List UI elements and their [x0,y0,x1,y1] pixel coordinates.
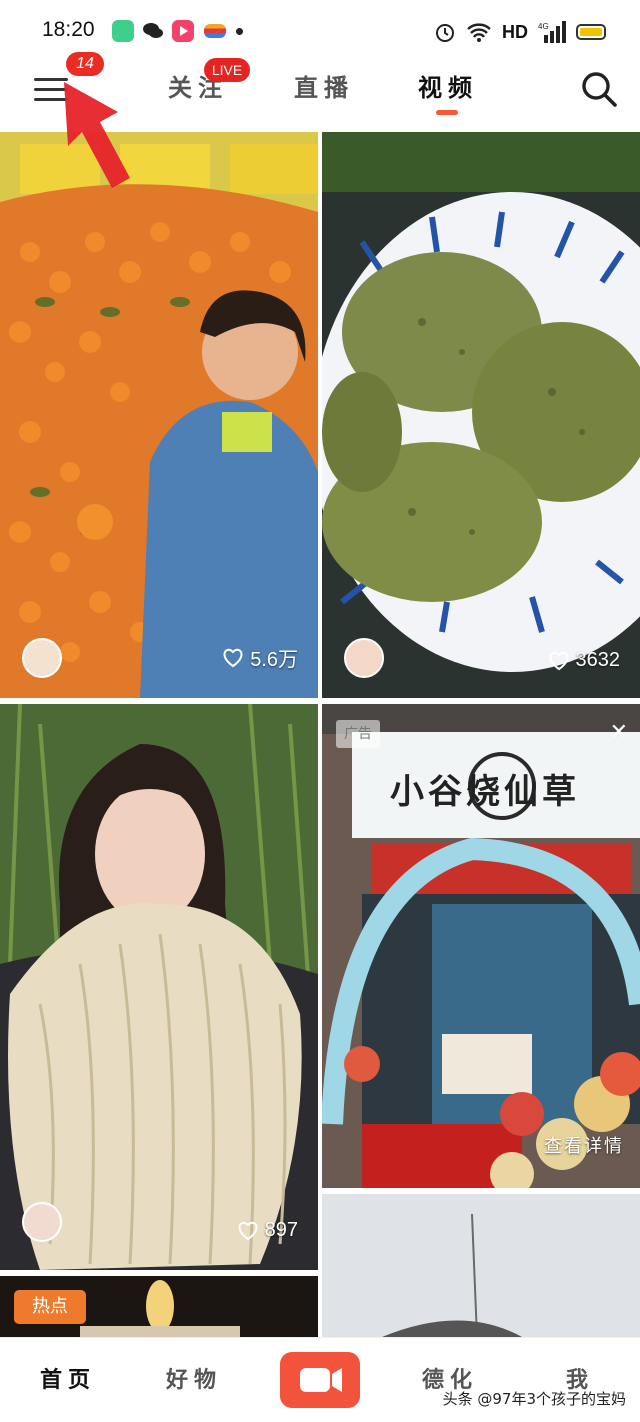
author-avatar[interactable] [344,638,384,678]
video-camera-icon [300,1368,342,1392]
signal-label: 4G [538,22,549,31]
video-card-winter[interactable] [322,1194,640,1337]
oranges-thumbnail [0,132,318,698]
author-avatar[interactable] [22,1202,62,1242]
winter-thumbnail [322,1194,640,1337]
green-cakes-thumbnail [322,132,640,698]
video-card-tripe[interactable]: 897 [0,704,318,1270]
tripe-thumbnail [0,704,318,1270]
heart-icon [238,1221,258,1240]
status-time: 18:20 [42,18,95,41]
nav-home[interactable]: 首页 [40,1362,96,1394]
bottom-nav: 首页 好物 德化 我 头条 @97年3个孩子的宝妈 [0,1337,640,1422]
author-avatar[interactable] [22,638,62,678]
like-count-value: 3632 [575,649,621,671]
heart-icon [549,651,568,670]
red-arrow-annotation [64,82,130,188]
active-tab-indicator [436,110,458,115]
search-button[interactable] [580,70,618,108]
view-details-link[interactable]: 查看详情 [544,1132,624,1158]
close-ad-icon[interactable]: ✕ [610,720,628,745]
video-card-oranges[interactable]: 5.6万 [0,132,318,698]
menu-icon [34,78,68,81]
cellular-signal-icon: 4G [538,21,566,43]
ad-card-shop[interactable]: 广告 ✕ 小谷烧仙草 查看详情 [322,704,640,1188]
heart-icon [223,648,243,667]
video-app-icon [172,20,194,42]
live-badge: LIVE [204,58,250,82]
video-card-green-cakes[interactable]: 3632 [322,132,640,698]
wechat-app-icon [142,20,164,42]
shop-sign-text: 小谷烧仙草 [390,772,580,812]
watermark: 头条 @97年3个孩子的宝妈 [442,1390,626,1408]
wifi-icon [467,23,491,42]
notification-dot [236,28,243,35]
like-count: 5.6万 [222,643,298,672]
menu-notification-badge: 14 [66,52,104,76]
video-card-candle[interactable]: 热点 [0,1276,318,1337]
network-type: HD [502,21,528,42]
nav-goods[interactable]: 好物 [166,1362,222,1394]
status-icons: HD 4G [434,18,606,46]
tab-live[interactable]: 直播 [294,68,354,103]
tab-video[interactable]: 视频 [418,68,478,103]
search-icon [582,72,617,107]
alarm-icon [436,24,454,42]
ad-label: 广告 [336,720,380,748]
messages-app-icon [112,20,134,42]
news-app-icon [204,24,226,38]
like-count-value: 5.6万 [250,649,298,671]
hot-tag: 热点 [14,1290,86,1324]
record-video-button[interactable] [280,1352,360,1408]
battery-icon [576,24,606,40]
like-count: 897 [237,1219,298,1242]
like-count: 3632 [548,649,621,672]
like-count-value: 897 [264,1219,298,1241]
